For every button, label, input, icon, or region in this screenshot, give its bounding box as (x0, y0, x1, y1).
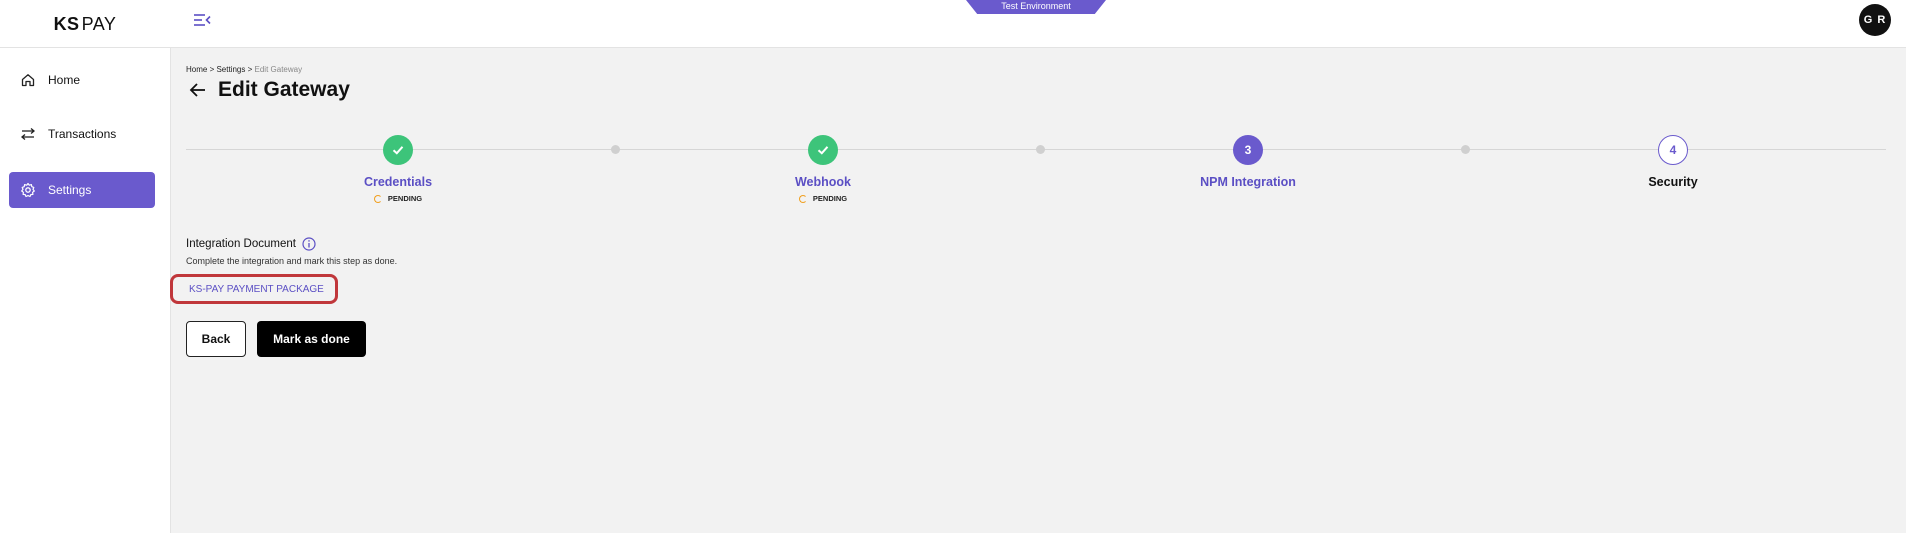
sidebar: Home Transactions Settings (0, 48, 171, 533)
stepper-dot (1036, 145, 1045, 154)
breadcrumb: Home > Settings > Edit Gateway (186, 65, 302, 74)
sidebar-item-transactions[interactable]: Transactions (9, 116, 155, 152)
sidebar-item-label: Settings (48, 183, 92, 197)
avatar[interactable]: G R (1859, 4, 1891, 36)
home-icon (20, 72, 36, 88)
menu-collapse-icon[interactable] (190, 10, 214, 30)
title-row: Edit Gateway (188, 78, 350, 102)
sidebar-item-label: Transactions (48, 127, 117, 141)
logo-text-ks: KS (53, 13, 80, 34)
top-bar: KS PAY Test Environment G R (0, 0, 1906, 48)
back-button[interactable]: Back (186, 321, 246, 357)
info-icon[interactable] (302, 237, 316, 251)
pending-icon (798, 194, 807, 203)
step-4-label: Security (1648, 175, 1698, 189)
sidebar-item-home[interactable]: Home (9, 62, 155, 98)
stepper-dot (611, 145, 620, 154)
step-2-check-icon[interactable] (808, 135, 838, 165)
logo[interactable]: KS PAY (0, 0, 170, 48)
step-1-status-text: PENDING (387, 194, 423, 203)
step-2-status: PENDING (723, 194, 923, 203)
breadcrumb-settings[interactable]: Settings > (216, 65, 252, 74)
step-3-label: NPM Integration (1200, 175, 1296, 189)
gear-icon (20, 182, 36, 198)
step-3-circle[interactable]: 3 (1233, 135, 1263, 165)
step-4-circle[interactable]: 4 (1658, 135, 1688, 165)
transfer-arrows-icon (20, 126, 36, 142)
step-1-label: Credentials (363, 175, 433, 189)
breadcrumb-home[interactable]: Home > (186, 65, 214, 74)
mark-as-done-button[interactable]: Mark as done (257, 321, 366, 357)
step-2-status-text: PENDING (812, 194, 848, 203)
step-2-label: Webhook (794, 175, 852, 189)
environment-badge: Test Environment (966, 0, 1106, 14)
pending-icon (373, 194, 382, 203)
step-1-status: PENDING (298, 194, 498, 203)
logo-text-pay: PAY (81, 13, 117, 34)
main-content: Home > Settings > Edit Gateway Edit Gate… (170, 48, 1886, 533)
back-arrow-icon[interactable] (188, 80, 208, 100)
breadcrumb-current: Edit Gateway (254, 65, 303, 74)
stepper-dot (1461, 145, 1470, 154)
sidebar-item-label: Home (48, 73, 81, 87)
integration-document-text: Integration Document (186, 238, 296, 250)
integration-description: Complete the integration and mark this s… (186, 256, 398, 266)
payment-package-link[interactable]: KS-PAY PAYMENT PACKAGE (170, 274, 338, 304)
integration-document-label: Integration Document (186, 237, 316, 251)
sidebar-item-settings[interactable]: Settings (9, 172, 155, 208)
page-title: Edit Gateway (218, 78, 350, 101)
step-1-check-icon[interactable] (383, 135, 413, 165)
